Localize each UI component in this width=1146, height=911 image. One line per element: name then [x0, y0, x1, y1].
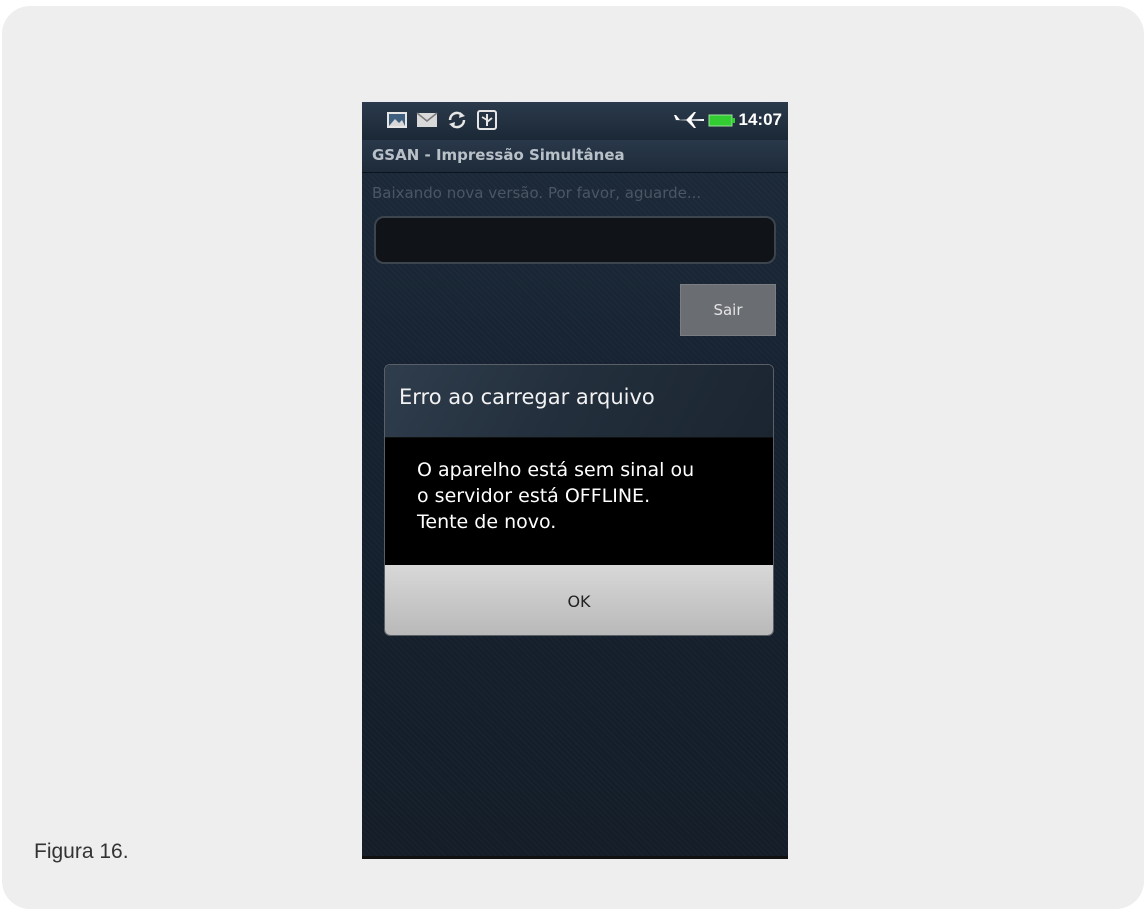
ok-button[interactable]: OK: [385, 565, 773, 635]
image-icon: [387, 112, 407, 128]
phone-screen: 14:07 GSAN - Impressão Simultânea Baixan…: [362, 102, 788, 858]
app-title-bar: GSAN - Impressão Simultânea: [362, 140, 788, 173]
figure-caption: Figura 16.: [34, 840, 129, 863]
dialog-title: Erro ao carregar arquivo: [399, 385, 655, 409]
dialog-message: O aparelho está sem sinal ou o servidor …: [417, 459, 695, 533]
exit-button[interactable]: Sair: [680, 284, 776, 336]
dialog-footer: OK: [385, 565, 773, 635]
dialog-header: Erro ao carregar arquivo: [385, 365, 773, 438]
progress-field: [374, 216, 776, 264]
download-status-text: Baixando nova versão. Por favor, aguarde…: [372, 184, 702, 202]
clock-time: 14:07: [738, 110, 782, 129]
error-dialog: Erro ao carregar arquivo O aparelho está…: [384, 364, 774, 636]
sync-icon: [448, 111, 466, 129]
usb-icon: [477, 110, 497, 130]
mail-icon: [416, 112, 438, 127]
airplane-icon: [674, 112, 704, 128]
battery-icon: [708, 114, 735, 127]
status-bar: 14:07: [362, 102, 788, 140]
phone-bottom-edge: [362, 856, 788, 859]
app-title: GSAN - Impressão Simultânea: [372, 146, 625, 164]
